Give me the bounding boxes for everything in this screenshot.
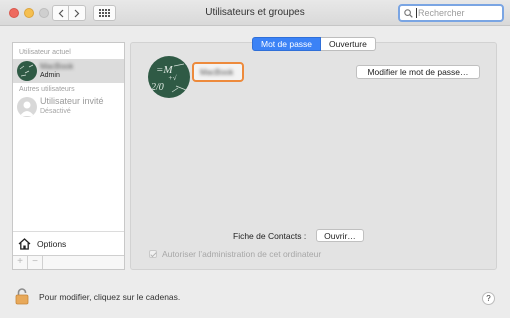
guest-avatar <box>17 97 37 117</box>
title-bar: Utilisateurs et groupes Rechercher <box>0 0 510 26</box>
tab-bar: Mot de passe Ouverture <box>252 37 376 51</box>
other-users-section-label: Autres utilisateurs <box>19 86 75 93</box>
full-name-value: MacBook <box>200 68 234 77</box>
users-sidebar: Utilisateur actuel MacBook Admin Autres … <box>12 42 125 270</box>
add-remove-bar: + − <box>13 255 124 269</box>
current-user-role: Admin <box>40 72 60 79</box>
house-icon <box>18 237 31 250</box>
change-password-button[interactable]: Modifier le mot de passe… <box>356 65 480 79</box>
tab-password[interactable]: Mot de passe <box>252 37 322 51</box>
help-button[interactable]: ? <box>482 292 495 305</box>
current-user-section-label: Utilisateur actuel <box>19 49 71 56</box>
sidebar-item-guest-user[interactable]: Utilisateur invité Désactivé <box>13 95 124 119</box>
guest-user-status: Désactivé <box>40 108 71 115</box>
open-contacts-button[interactable]: Ouvrir… <box>316 229 364 242</box>
search-input[interactable]: Rechercher <box>398 4 504 22</box>
user-picture[interactable]: =M +√ 2/0 <box>148 56 190 98</box>
lock-icon[interactable] <box>15 288 29 305</box>
contacts-card-label: Fiche de Contacts : <box>233 231 307 241</box>
allow-admin-label: Autoriser l’administration de cet ordina… <box>162 249 322 259</box>
lock-hint-text: Pour modifier, cliquez sur le cadenas. <box>39 291 181 302</box>
tab-login-items[interactable]: Ouverture <box>321 37 376 51</box>
remove-user-button[interactable]: − <box>28 256 43 269</box>
guest-user-name: Utilisateur invité <box>40 96 104 106</box>
lock-row: Pour modifier, cliquez sur le cadenas. <box>15 288 180 305</box>
svg-text:+√: +√ <box>168 74 177 82</box>
allow-admin-checkbox[interactable] <box>149 250 157 258</box>
add-user-button[interactable]: + <box>13 256 28 269</box>
allow-admin-row: Autoriser l’administration de cet ordina… <box>149 249 321 259</box>
current-user-name: MacBook <box>40 62 74 71</box>
options-label: Options <box>37 238 67 249</box>
login-options-item[interactable]: Options <box>13 231 124 255</box>
avatar <box>17 61 37 81</box>
svg-text:2/0: 2/0 <box>151 82 164 93</box>
full-name-field[interactable]: MacBook <box>192 62 244 82</box>
search-icon <box>404 8 413 18</box>
search-placeholder: Rechercher <box>416 8 465 18</box>
